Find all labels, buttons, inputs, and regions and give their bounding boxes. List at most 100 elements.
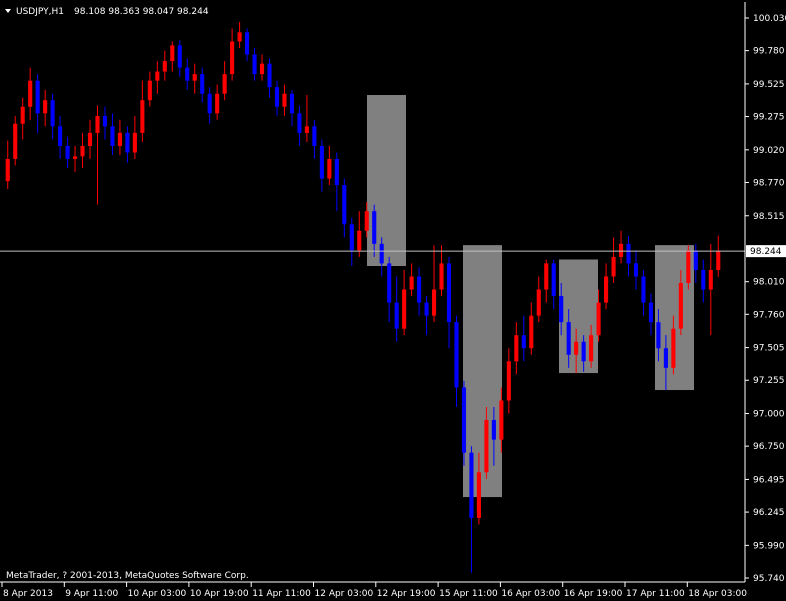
price-tick-label: 98.770 xyxy=(753,178,785,188)
candle-body xyxy=(110,126,115,146)
candle-body xyxy=(484,420,489,473)
candle-body xyxy=(574,341,579,355)
candle-body xyxy=(87,132,93,146)
candle-body xyxy=(162,61,167,72)
candle-body xyxy=(491,420,496,440)
price-tick-label: 99.020 xyxy=(753,146,785,156)
time-tick-label: 16 Apr 03:00 xyxy=(501,589,560,599)
candle-body xyxy=(185,67,190,81)
candle-body xyxy=(80,145,85,157)
candle-body xyxy=(641,276,646,303)
candle-body xyxy=(215,93,220,114)
candle-body xyxy=(132,132,137,153)
price-tick-label: 99.275 xyxy=(753,113,785,123)
candle-body xyxy=(626,243,631,264)
candle-body xyxy=(177,45,182,68)
candle-body xyxy=(589,335,594,362)
candle-body xyxy=(611,256,616,277)
candle-body xyxy=(252,54,257,75)
candle-body xyxy=(289,93,295,114)
candle-body xyxy=(259,63,265,75)
candle-body xyxy=(95,115,100,133)
candle-body xyxy=(596,302,601,336)
candle-body xyxy=(117,132,122,146)
candle-body xyxy=(13,123,18,159)
candle-body xyxy=(267,63,272,88)
price-tick-label: 96.750 xyxy=(753,442,785,452)
candle-body xyxy=(439,263,444,290)
candle-body xyxy=(506,361,511,401)
candle-body xyxy=(170,45,175,62)
candle-body xyxy=(387,263,392,303)
candle-body xyxy=(327,158,332,179)
candle-body xyxy=(529,315,534,349)
candle-body xyxy=(72,156,78,159)
time-tick-label: 17 Apr 11:00 xyxy=(626,589,685,599)
time-tick-label: 12 Apr 19:00 xyxy=(377,589,436,599)
candle-body xyxy=(207,93,212,114)
candle-body xyxy=(20,106,25,124)
time-tick-label: 9 Apr 11:00 xyxy=(65,589,118,599)
time-tick-label: 15 Apr 11:00 xyxy=(439,589,498,599)
candle-body xyxy=(349,224,354,251)
candle-body xyxy=(469,452,474,518)
price-tick-label: 98.515 xyxy=(753,212,785,222)
candle-body xyxy=(65,145,70,159)
candle-body xyxy=(379,243,384,264)
price-tick-label: 95.740 xyxy=(753,574,785,584)
copyright-text: MetaTrader, ? 2001-2013, MetaQuotes Soft… xyxy=(6,571,249,581)
candle-body xyxy=(28,80,33,107)
current-price-label: 98.244 xyxy=(750,247,782,257)
candle-body xyxy=(708,269,713,290)
candle-body xyxy=(551,263,556,297)
candle-body xyxy=(559,296,564,323)
candle-body xyxy=(402,289,407,329)
candle-body xyxy=(319,145,324,179)
time-tick-label: 10 Apr 03:00 xyxy=(128,589,187,599)
time-tick-label: 10 Apr 19:00 xyxy=(190,589,249,599)
candle-body xyxy=(521,335,526,349)
candle-body xyxy=(357,230,362,251)
candle-body xyxy=(581,341,586,362)
candle-body xyxy=(35,80,40,114)
price-tick-label: 98.010 xyxy=(753,278,785,288)
price-chart[interactable]: 98.244 100.030 99.780 99.525 99.275 99.020 98… xyxy=(0,0,786,601)
price-tick-label: 95.990 xyxy=(753,541,785,551)
candle-body xyxy=(50,100,55,127)
price-tick-label: 99.780 xyxy=(753,47,785,57)
candle-body xyxy=(686,250,691,283)
candle-body xyxy=(200,74,205,94)
candle-body xyxy=(5,158,10,182)
candle-body xyxy=(222,74,227,94)
price-tick-label: 97.505 xyxy=(753,344,785,354)
time-tick-label: 12 Apr 03:00 xyxy=(315,589,374,599)
highlight-box xyxy=(463,245,502,498)
candle-body xyxy=(140,100,145,133)
candle-body xyxy=(147,80,152,101)
candle-body xyxy=(514,335,519,362)
candle-body xyxy=(701,269,706,290)
candle-body xyxy=(693,250,698,270)
candle-body xyxy=(544,263,549,290)
candle-body xyxy=(678,282,683,329)
candle-body xyxy=(648,302,654,323)
candle-body xyxy=(671,328,676,368)
candle-body xyxy=(476,472,481,518)
candle-body xyxy=(656,322,661,349)
candle-body xyxy=(102,115,108,127)
candle-body xyxy=(125,132,130,153)
candle-body xyxy=(297,113,302,133)
chart-symbol: USDJPY,H1 xyxy=(16,7,64,17)
time-tick-label: 8 Apr 2013 xyxy=(3,589,53,599)
candle-body xyxy=(274,87,280,107)
price-tick-label: 97.000 xyxy=(753,410,785,420)
price-tick-label: 97.760 xyxy=(753,310,785,320)
candle-body xyxy=(364,211,369,231)
price-tick-label: 96.495 xyxy=(753,475,785,485)
candle-body xyxy=(409,276,414,290)
price-tick-label: 99.525 xyxy=(753,80,785,90)
time-tick-label: 18 Apr 03:00 xyxy=(688,589,747,599)
candle-body xyxy=(424,302,429,316)
candle-body xyxy=(454,322,459,388)
candle-body xyxy=(618,243,624,257)
